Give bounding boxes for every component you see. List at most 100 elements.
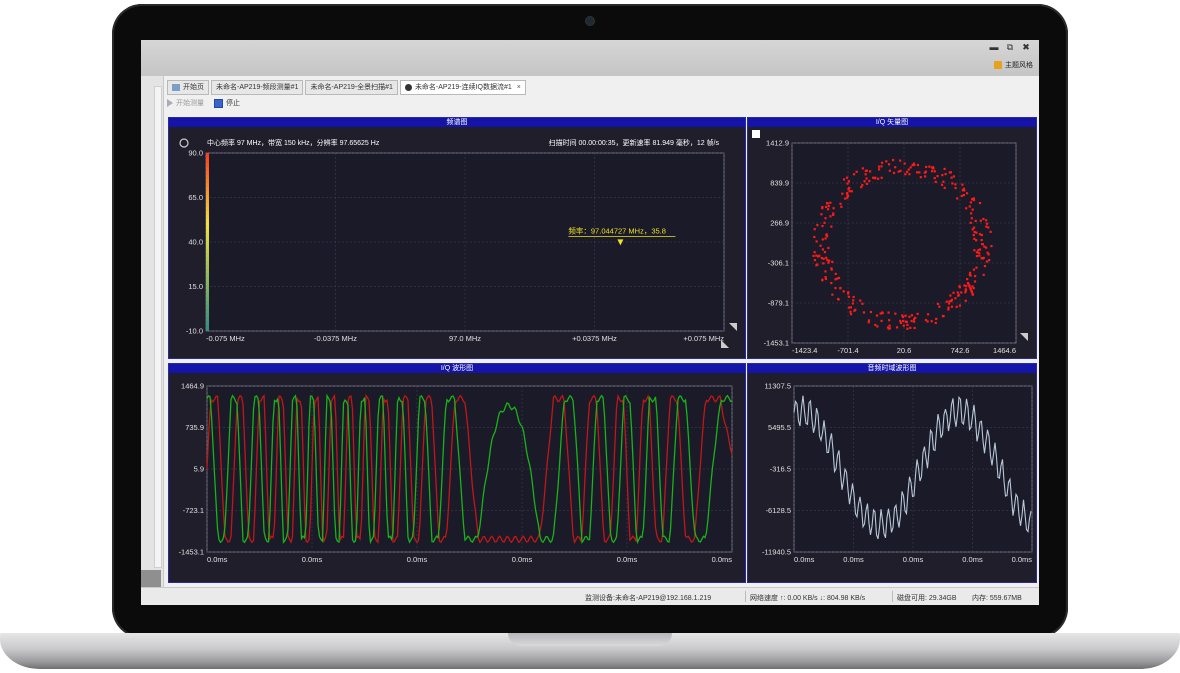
- scatter-point: [974, 219, 977, 223]
- constellation-chart[interactable]: 1412.9 839.9 266.9 -306.1 -879.1 -1453.1-1423…: [748, 118, 1036, 358]
- scatter-point: [972, 268, 976, 271]
- scatter-point: [956, 291, 959, 294]
- scatter-point: [934, 180, 937, 183]
- scatter-point: [906, 323, 909, 327]
- camera-icon: [586, 17, 594, 25]
- scatter-point: [960, 291, 963, 294]
- y-tick-label: -1453.1: [764, 339, 789, 348]
- sidebar-scrollbar[interactable]: [154, 86, 162, 568]
- constellation-panel: I/Q 矢量图 1412.9 839.9 266.9 -306.1 -879.1 -145…: [747, 117, 1037, 359]
- scatter-point: [813, 235, 816, 239]
- scatter-point: [822, 262, 825, 265]
- scatter-point: [973, 249, 976, 252]
- scatter-point: [892, 171, 896, 175]
- scatter-point: [824, 270, 827, 273]
- y-tick-label: 15.0: [188, 282, 203, 291]
- legend-box-icon: [752, 130, 760, 138]
- scatter-point: [983, 265, 987, 268]
- scatter-point: [970, 212, 973, 215]
- theme-icon: [994, 61, 1002, 69]
- scatter-point: [985, 219, 988, 222]
- scatter-point: [861, 302, 864, 305]
- iq-waveform-chart[interactable]: 1464.9735.95.9-723.1-1453.10.0ms 0.0ms 0.0…: [169, 364, 745, 582]
- y-tick-label: -11940.5: [762, 548, 791, 557]
- scatter-point: [941, 173, 944, 177]
- scatter-point: [972, 198, 976, 202]
- tab-panorama-scan[interactable]: 未命名-AP219-全景扫描#1: [305, 80, 398, 95]
- scatter-point: [815, 240, 818, 243]
- scatter-point: [975, 231, 978, 234]
- start-measure-button[interactable]: 开始测量: [167, 98, 204, 108]
- title-bar: ▬ ⧉ ✖ 主题风格: [141, 40, 1039, 76]
- scatter-point: [968, 205, 971, 208]
- scatter-point: [924, 170, 928, 173]
- tab-band-measure[interactable]: 未命名-AP219-频段测量#1: [211, 80, 304, 95]
- scatter-point: [877, 165, 881, 168]
- scatter-point: [887, 163, 891, 166]
- scatter-point: [868, 170, 872, 173]
- scatter-point: [988, 259, 991, 262]
- y-tick-label: 40.0: [188, 238, 203, 247]
- spectrum-marker-label: 频率：97.044727 MHz，35.8: [568, 225, 666, 235]
- scatter-point: [837, 276, 841, 280]
- scatter-point: [978, 201, 982, 205]
- scatter-point: [958, 286, 961, 289]
- tab-iq-stream[interactable]: 未命名-AP219-连续IQ数据流#1 ×: [399, 80, 526, 95]
- theme-button[interactable]: 主题风格: [994, 60, 1033, 70]
- scatter-point: [842, 290, 845, 293]
- scatter-point: [980, 233, 983, 237]
- y-tick-label: -316.5: [770, 465, 791, 474]
- x-tick-label: 1464.6: [993, 346, 1016, 355]
- x-tick-label: 0.0ms: [843, 555, 864, 564]
- scatter-point: [985, 225, 988, 228]
- stream-icon: [404, 84, 412, 91]
- scatter-point: [825, 235, 829, 238]
- scatter-point: [913, 163, 916, 167]
- scatter-point: [972, 287, 975, 290]
- close-button[interactable]: ✖: [1021, 42, 1031, 52]
- scatter-point: [962, 187, 965, 190]
- x-tick-label: +0.075 MHz: [683, 334, 724, 343]
- scatter-point: [944, 172, 947, 176]
- scatter-point: [947, 308, 950, 311]
- scatter-point: [815, 264, 818, 267]
- scatter-point: [982, 273, 985, 276]
- y-tick-label: -879.1: [768, 299, 789, 308]
- scatter-point: [826, 258, 829, 262]
- y-tick-label: -1453.1: [179, 548, 204, 557]
- y-tick-label: 5495.5: [768, 423, 791, 432]
- tab-close-icon[interactable]: ×: [517, 81, 521, 94]
- scatter-point: [852, 295, 855, 299]
- scatter-point: [832, 213, 835, 217]
- scatter-point: [954, 183, 957, 186]
- scatter-point: [888, 319, 891, 322]
- scatter-point: [950, 305, 954, 308]
- scatter-point: [847, 306, 851, 309]
- restore-button[interactable]: ⧉: [1005, 42, 1015, 52]
- scatter-point: [888, 324, 891, 327]
- scatter-point: [947, 306, 950, 309]
- scatter-point: [899, 319, 902, 323]
- scatter-point: [902, 324, 905, 327]
- scatter-point: [846, 196, 849, 199]
- audio-waveform-chart[interactable]: 11307.55495.5-316.5-6128.5-11940.50.0ms 0…: [748, 364, 1036, 582]
- y-tick-label: 90.0: [188, 149, 203, 158]
- spectrum-chart[interactable]: 中心频率 97 MHz，带宽 150 kHz，分辨率 97.65625 Hz 扫描…: [169, 118, 745, 358]
- x-tick-label: 0.0ms: [962, 555, 983, 564]
- x-tick-label: 0.0ms: [512, 555, 533, 564]
- scatter-point: [982, 217, 985, 221]
- scatter-point: [951, 182, 954, 185]
- scatter-point: [840, 205, 843, 208]
- stop-button[interactable]: 停止: [214, 98, 240, 108]
- scatter-point: [935, 317, 938, 320]
- scatter-point: [966, 278, 969, 281]
- scatter-point: [952, 175, 955, 178]
- tab-start-page[interactable]: 开始页: [167, 80, 209, 95]
- color-scale-bar: [206, 153, 209, 331]
- scatter-point: [829, 201, 832, 204]
- scatter-point: [831, 260, 834, 263]
- stop-label: 停止: [226, 100, 240, 107]
- scatter-point: [825, 205, 828, 208]
- scatter-point: [834, 272, 837, 276]
- minimize-button[interactable]: ▬: [989, 42, 999, 52]
